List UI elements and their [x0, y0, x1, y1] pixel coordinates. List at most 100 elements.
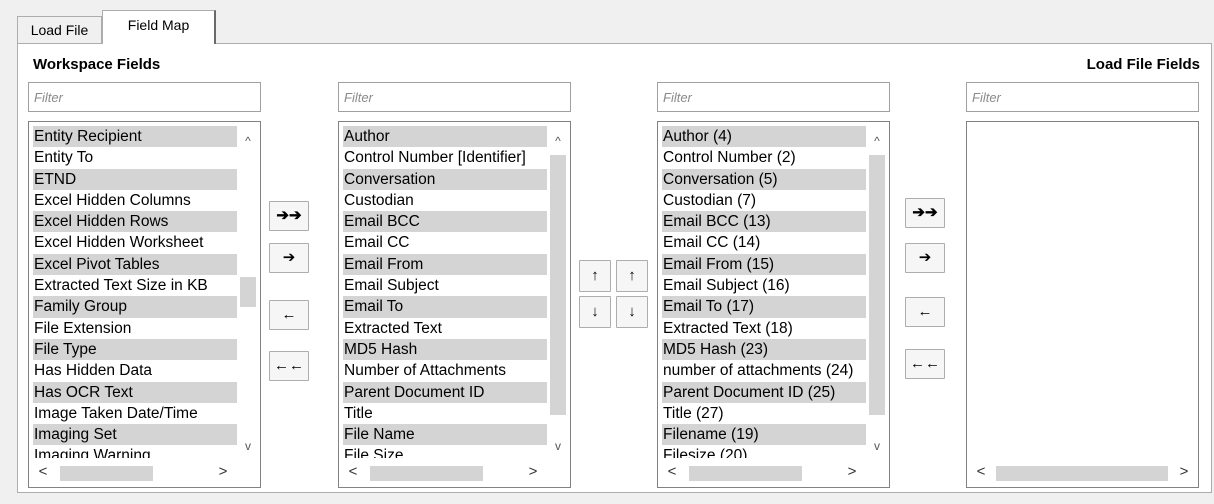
list-item[interactable]: Custodian (7)	[662, 190, 868, 211]
load-file-fields-heading: Load File Fields	[1086, 56, 1200, 73]
loadfile-available-fields-list[interactable]: < >	[966, 121, 1199, 488]
loadfile-remove-all-button[interactable]: ←←	[905, 349, 945, 379]
scroll-up-icon[interactable]: ^	[237, 131, 259, 151]
remove-button[interactable]: ←	[269, 300, 309, 330]
list-item[interactable]: Title (27)	[662, 403, 868, 424]
scroll-right-icon[interactable]: >	[520, 458, 546, 486]
list-item[interactable]: Filename (19)	[662, 424, 868, 446]
loadfile-move-down-button[interactable]: ↓	[616, 296, 648, 328]
list-item[interactable]: Email BCC	[343, 211, 549, 233]
scroll-left-icon[interactable]: <	[30, 458, 56, 486]
list-item[interactable]: ETND	[33, 168, 239, 190]
scroll-right-icon[interactable]: >	[210, 458, 236, 486]
list-item[interactable]: File Type	[33, 338, 239, 361]
list-item[interactable]: Custodian	[343, 190, 549, 211]
list-item[interactable]: Control Number [Identifier]	[343, 147, 549, 168]
list-item[interactable]: number of attachments (24)	[662, 360, 868, 381]
scroll-down-icon[interactable]: v	[237, 436, 259, 456]
list-item[interactable]: Email BCC (13)	[662, 211, 868, 233]
list-item[interactable]: Family Group	[33, 296, 239, 318]
tab-load-file[interactable]: Load File	[17, 16, 102, 44]
workspace-available-filter-input[interactable]	[28, 82, 261, 112]
list-item[interactable]: Extracted Text (18)	[662, 318, 868, 339]
scroll-up-icon[interactable]: ^	[866, 131, 888, 151]
list-item[interactable]: Control Number (2)	[662, 147, 868, 168]
list-items: Author (4) Control Number (2) Conversation…	[662, 126, 868, 467]
scroll-down-icon[interactable]: v	[866, 436, 888, 456]
workspace-mapped-filter-input[interactable]	[338, 82, 571, 112]
loadfile-add-all-button[interactable]: ➔➔	[905, 198, 945, 228]
list-item[interactable]: MD5 Hash	[343, 338, 549, 361]
scroll-right-icon[interactable]: >	[839, 458, 865, 486]
scroll-thumb[interactable]	[370, 466, 483, 481]
list-item[interactable]: Excel Hidden Rows	[33, 211, 239, 233]
add-all-button[interactable]: ➔➔	[269, 201, 309, 231]
workspace-mapped-fields-list[interactable]: Author Control Number [Identifier] Convers…	[338, 121, 571, 488]
list-item[interactable]: Parent Document ID (25)	[662, 381, 868, 403]
horizontal-scrollbar[interactable]: < >	[659, 458, 865, 486]
vertical-scrollbar[interactable]: ^ v	[866, 123, 888, 456]
list-item[interactable]: Extracted Text Size in KB	[33, 275, 239, 296]
scroll-thumb[interactable]	[550, 155, 566, 415]
list-item[interactable]: Has OCR Text	[33, 381, 239, 403]
workspace-move-down-button[interactable]: ↓	[579, 296, 611, 328]
list-items: Author Control Number [Identifier] Convers…	[343, 126, 549, 467]
loadfile-available-filter-input[interactable]	[966, 82, 1199, 112]
list-item[interactable]: Entity To	[33, 147, 239, 168]
loadfile-move-up-button[interactable]: ↑	[616, 260, 648, 292]
workspace-available-fields-list[interactable]: Entity Recipient Entity To ETND Excel Hidde…	[28, 121, 261, 488]
list-item[interactable]: Image Taken Date/Time	[33, 403, 239, 424]
list-item[interactable]: Author	[343, 126, 549, 148]
list-item[interactable]: Number of Attachments	[343, 360, 549, 381]
scroll-up-icon[interactable]: ^	[547, 131, 569, 151]
horizontal-scrollbar[interactable]: < >	[968, 458, 1197, 486]
scroll-left-icon[interactable]: <	[659, 458, 685, 486]
list-item[interactable]: Parent Document ID	[343, 381, 549, 403]
remove-all-button[interactable]: ←←	[269, 351, 309, 381]
list-items: Entity Recipient Entity To ETND Excel Hidde…	[33, 126, 239, 467]
workspace-fields-heading: Workspace Fields	[33, 56, 161, 73]
scroll-thumb[interactable]	[240, 277, 256, 307]
list-item[interactable]: Excel Hidden Columns	[33, 190, 239, 211]
list-item[interactable]: Extracted Text	[343, 318, 549, 339]
list-item[interactable]: Excel Hidden Worksheet	[33, 232, 239, 253]
loadfile-add-button[interactable]: ➔	[905, 243, 945, 273]
list-item[interactable]: Email Subject	[343, 275, 549, 296]
list-item[interactable]: File Extension	[33, 318, 239, 339]
scroll-thumb[interactable]	[60, 466, 153, 481]
list-item[interactable]: Author (4)	[662, 126, 868, 148]
scroll-down-icon[interactable]: v	[547, 436, 569, 456]
tab-field-map[interactable]: Field Map	[102, 10, 216, 44]
list-item[interactable]: Email Subject (16)	[662, 275, 868, 296]
scroll-left-icon[interactable]: <	[340, 458, 366, 486]
horizontal-scrollbar[interactable]: < >	[340, 458, 546, 486]
scroll-thumb[interactable]	[996, 466, 1168, 481]
vertical-scrollbar[interactable]: ^ v	[547, 123, 569, 456]
workspace-move-up-button[interactable]: ↑	[579, 260, 611, 292]
scroll-thumb[interactable]	[869, 155, 885, 415]
list-item[interactable]: Excel Pivot Tables	[33, 253, 239, 276]
loadfile-remove-button[interactable]: ←	[905, 297, 945, 327]
list-item[interactable]: Email To (17)	[662, 296, 868, 318]
list-item[interactable]: Entity Recipient	[33, 126, 239, 148]
list-item[interactable]: Conversation (5)	[662, 168, 868, 190]
horizontal-scrollbar[interactable]: < >	[30, 458, 236, 486]
scroll-thumb[interactable]	[689, 466, 802, 481]
list-item[interactable]: Has Hidden Data	[33, 360, 239, 381]
list-item[interactable]: Imaging Set	[33, 424, 239, 446]
list-item[interactable]: MD5 Hash (23)	[662, 338, 868, 361]
add-button[interactable]: ➔	[269, 243, 309, 273]
list-item[interactable]: Email To	[343, 296, 549, 318]
list-item[interactable]: Email CC	[343, 232, 549, 253]
scroll-left-icon[interactable]: <	[968, 458, 994, 486]
list-item[interactable]: Email From (15)	[662, 253, 868, 276]
loadfile-mapped-fields-list[interactable]: Author (4) Control Number (2) Conversation…	[657, 121, 890, 488]
list-item[interactable]: Title	[343, 403, 549, 424]
vertical-scrollbar[interactable]: ^ v	[237, 123, 259, 456]
loadfile-mapped-filter-input[interactable]	[657, 82, 890, 112]
scroll-right-icon[interactable]: >	[1171, 458, 1197, 486]
list-item[interactable]: Email CC (14)	[662, 232, 868, 253]
list-item[interactable]: Conversation	[343, 168, 549, 190]
list-item[interactable]: Email From	[343, 253, 549, 276]
list-item[interactable]: File Name	[343, 424, 549, 446]
